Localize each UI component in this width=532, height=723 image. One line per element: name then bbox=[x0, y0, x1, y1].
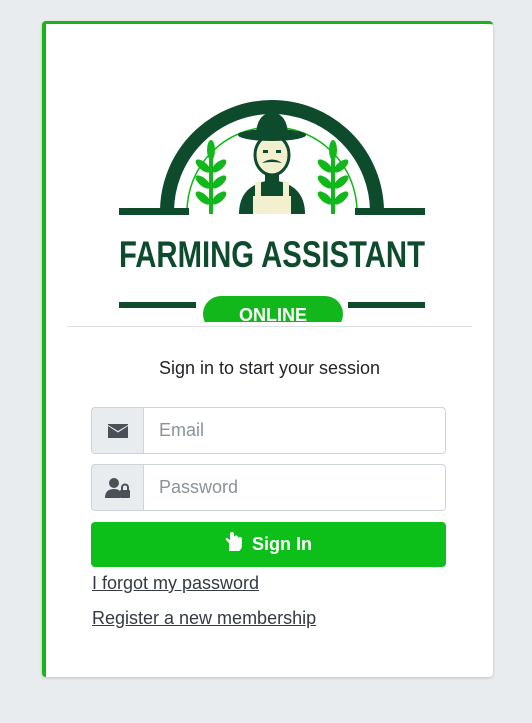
email-field[interactable] bbox=[143, 407, 446, 454]
envelope-icon bbox=[91, 407, 143, 454]
password-field[interactable] bbox=[143, 464, 446, 511]
sign-in-button[interactable]: Sign In bbox=[91, 522, 446, 567]
logo-title: FARMING ASSISTANT bbox=[119, 234, 425, 275]
hand-icon bbox=[225, 532, 243, 557]
email-input-group bbox=[91, 407, 446, 454]
online-badge-label: ONLINE bbox=[239, 305, 307, 322]
forgot-password-link[interactable]: I forgot my password bbox=[92, 573, 259, 594]
sign-in-label: Sign In bbox=[252, 534, 312, 554]
farmer-icon bbox=[238, 112, 306, 214]
left-plant-icon bbox=[195, 140, 227, 214]
divider bbox=[67, 326, 472, 327]
login-subtitle: Sign in to start your session bbox=[158, 358, 381, 378]
login-card: FARMING ASSISTANT ONLINE Sign in to star… bbox=[42, 21, 493, 677]
password-input-group bbox=[91, 464, 446, 511]
user-lock-icon bbox=[91, 464, 143, 511]
farming-assistant-logo: FARMING ASSISTANT ONLINE bbox=[119, 100, 425, 322]
right-plant-icon bbox=[317, 140, 349, 214]
register-link[interactable]: Register a new membership bbox=[92, 608, 316, 629]
